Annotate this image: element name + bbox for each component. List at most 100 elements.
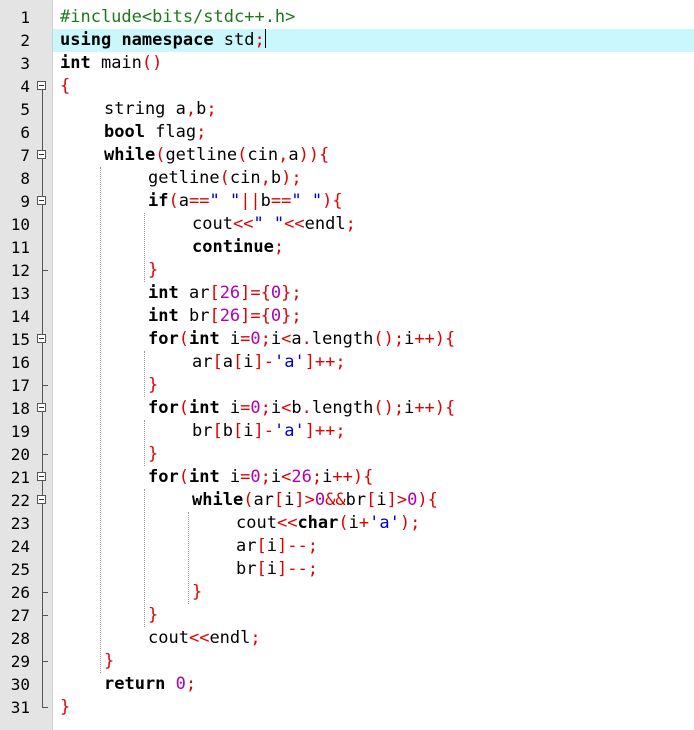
code-text[interactable]: getline(cin,b); xyxy=(53,167,694,190)
code-token: ){ xyxy=(322,191,343,211)
fold-toggle-icon[interactable] xyxy=(36,75,50,98)
code-line-14[interactable]: 14 int br[26]={0}; xyxy=(0,305,694,328)
code-token: i xyxy=(270,329,282,349)
code-text[interactable]: bool flag; xyxy=(53,121,694,144)
code-token: () xyxy=(141,53,163,73)
code-text[interactable]: int main() xyxy=(53,52,694,75)
fold-toggle-icon[interactable] xyxy=(36,190,50,213)
code-line-2[interactable]: 2 using namespace std; xyxy=(0,29,694,52)
code-text[interactable]: cout<<endl; xyxy=(53,627,694,650)
code-line-12[interactable]: 12} xyxy=(0,259,694,282)
code-token: (); xyxy=(373,398,405,418)
code-text[interactable]: while(getline(cin,a)){ xyxy=(53,144,694,167)
code-line-10[interactable]: 10 cout<<" "<<endl; xyxy=(0,213,694,236)
code-line-11[interactable]: 11 continue; xyxy=(0,236,694,259)
code-text[interactable]: ar[i]--; xyxy=(53,535,694,558)
code-line-24[interactable]: 24 ar[i]--; xyxy=(0,535,694,558)
code-text[interactable]: for(int i=0;i<b.length();i++){ xyxy=(53,397,694,420)
code-text[interactable]: int ar[26]={0}; xyxy=(53,282,694,305)
code-text[interactable]: } xyxy=(53,696,694,719)
code-text[interactable]: for(int i=0;i<26;i++){ xyxy=(53,466,694,489)
code-token: + xyxy=(358,513,370,533)
code-token: [ xyxy=(209,306,220,326)
code-text[interactable]: { xyxy=(53,75,694,98)
code-line-30[interactable]: 30 return 0; xyxy=(0,673,694,696)
code-line-19[interactable]: 19 br[b[i]-'a']++; xyxy=(0,420,694,443)
code-token: ; xyxy=(250,628,261,648)
code-line-31[interactable]: 31} xyxy=(0,696,694,719)
fold-toggle-icon[interactable] xyxy=(36,144,50,167)
code-text[interactable]: ar[a[i]-'a']++; xyxy=(53,351,694,374)
code-line-6[interactable]: 6 bool flag; xyxy=(0,121,694,144)
code-text[interactable]: using namespace std; xyxy=(53,29,694,52)
code-line-16[interactable]: 16 ar[a[i]-'a']++; xyxy=(0,351,694,374)
code-text[interactable]: cout<<char(i+'a'); xyxy=(53,512,694,535)
code-text[interactable]: string a,b; xyxy=(53,98,694,121)
code-text[interactable]: } xyxy=(53,650,694,673)
code-line-23[interactable]: 23 cout<<char(i+'a'); xyxy=(0,512,694,535)
code-token: cin xyxy=(247,145,279,165)
code-editor[interactable]: 1 #include<bits/stdc++.h> 2 using namespace… xyxy=(0,0,694,730)
code-token: ( xyxy=(178,467,189,487)
code-line-26[interactable]: 26} xyxy=(0,581,694,604)
code-token: ( xyxy=(178,398,189,418)
code-line-21[interactable]: 21 for(int i=0;i<26;i++){ xyxy=(0,466,694,489)
code-line-29[interactable]: 29} xyxy=(0,650,694,673)
code-text[interactable]: } xyxy=(53,443,694,466)
code-line-20[interactable]: 20} xyxy=(0,443,694,466)
code-line-13[interactable]: 13 int ar[26]={0}; xyxy=(0,282,694,305)
code-token: ( xyxy=(219,168,230,188)
code-text[interactable]: cout<<" "<<endl; xyxy=(53,213,694,236)
fold-guide-line xyxy=(36,213,50,236)
code-text[interactable]: return 0; xyxy=(53,673,694,696)
fold-end-marker xyxy=(36,581,50,604)
code-token: ar xyxy=(236,536,257,556)
code-text[interactable]: continue; xyxy=(53,236,694,259)
code-token: i xyxy=(243,421,254,441)
code-token: ]={ xyxy=(240,283,271,303)
code-token: endl xyxy=(209,628,251,648)
code-line-25[interactable]: 25 br[i]--; xyxy=(0,558,694,581)
code-line-15[interactable]: 15 for(int i=0;i<a.length();i++){ xyxy=(0,328,694,351)
line-number: 4 xyxy=(20,77,30,96)
code-line-17[interactable]: 17} xyxy=(0,374,694,397)
fold-guide-line xyxy=(36,167,50,190)
code-text[interactable]: br[b[i]-'a']++; xyxy=(53,420,694,443)
fold-toggle-icon[interactable] xyxy=(36,328,50,351)
code-line-22[interactable]: 22 while(ar[i]>0&&br[i]>0){ xyxy=(0,489,694,512)
line-number: 22 xyxy=(10,491,30,510)
code-text[interactable]: } xyxy=(53,604,694,627)
code-line-1[interactable]: 1 #include<bits/stdc++.h> xyxy=(0,6,694,29)
code-text[interactable]: #include<bits/stdc++.h> xyxy=(53,6,694,29)
code-text[interactable]: } xyxy=(53,581,694,604)
code-text[interactable]: } xyxy=(53,374,694,397)
code-token: char xyxy=(297,513,339,533)
code-line-5[interactable]: 5 string a,b; xyxy=(0,98,694,121)
code-line-9[interactable]: 9 if(a==" "||b==" "){ xyxy=(0,190,694,213)
fold-toggle-icon[interactable] xyxy=(36,489,50,512)
code-text[interactable]: if(a==" "||b==" "){ xyxy=(53,190,694,213)
code-token: ); xyxy=(281,168,302,188)
code-text[interactable]: int br[26]={0}; xyxy=(53,305,694,328)
code-token: , xyxy=(185,99,197,119)
code-text[interactable]: while(ar[i]>0&&br[i]>0){ xyxy=(53,489,694,512)
line-number: 25 xyxy=(10,560,30,579)
code-line-7[interactable]: 7 while(getline(cin,a)){ xyxy=(0,144,694,167)
code-text[interactable]: for(int i=0;i<a.length();i++){ xyxy=(53,328,694,351)
code-text[interactable]: } xyxy=(53,259,694,282)
code-token: ; xyxy=(260,329,271,349)
code-line-8[interactable]: 8 getline(cin,b); xyxy=(0,167,694,190)
code-line-28[interactable]: 28 cout<<endl; xyxy=(0,627,694,650)
code-token: i xyxy=(219,467,241,487)
fold-toggle-icon[interactable] xyxy=(36,397,50,420)
code-line-3[interactable]: 3 int main() xyxy=(0,52,694,75)
code-token: i xyxy=(219,398,241,418)
code-token: ); xyxy=(399,513,421,533)
code-line-27[interactable]: 27} xyxy=(0,604,694,627)
fold-toggle-icon[interactable] xyxy=(36,466,50,489)
fold-end-marker xyxy=(36,259,50,282)
code-line-18[interactable]: 18 for(int i=0;i<b.length();i++){ xyxy=(0,397,694,420)
code-token: [ xyxy=(232,421,244,441)
code-line-4[interactable]: 4{ xyxy=(0,75,694,98)
code-text[interactable]: br[i]--; xyxy=(53,558,694,581)
